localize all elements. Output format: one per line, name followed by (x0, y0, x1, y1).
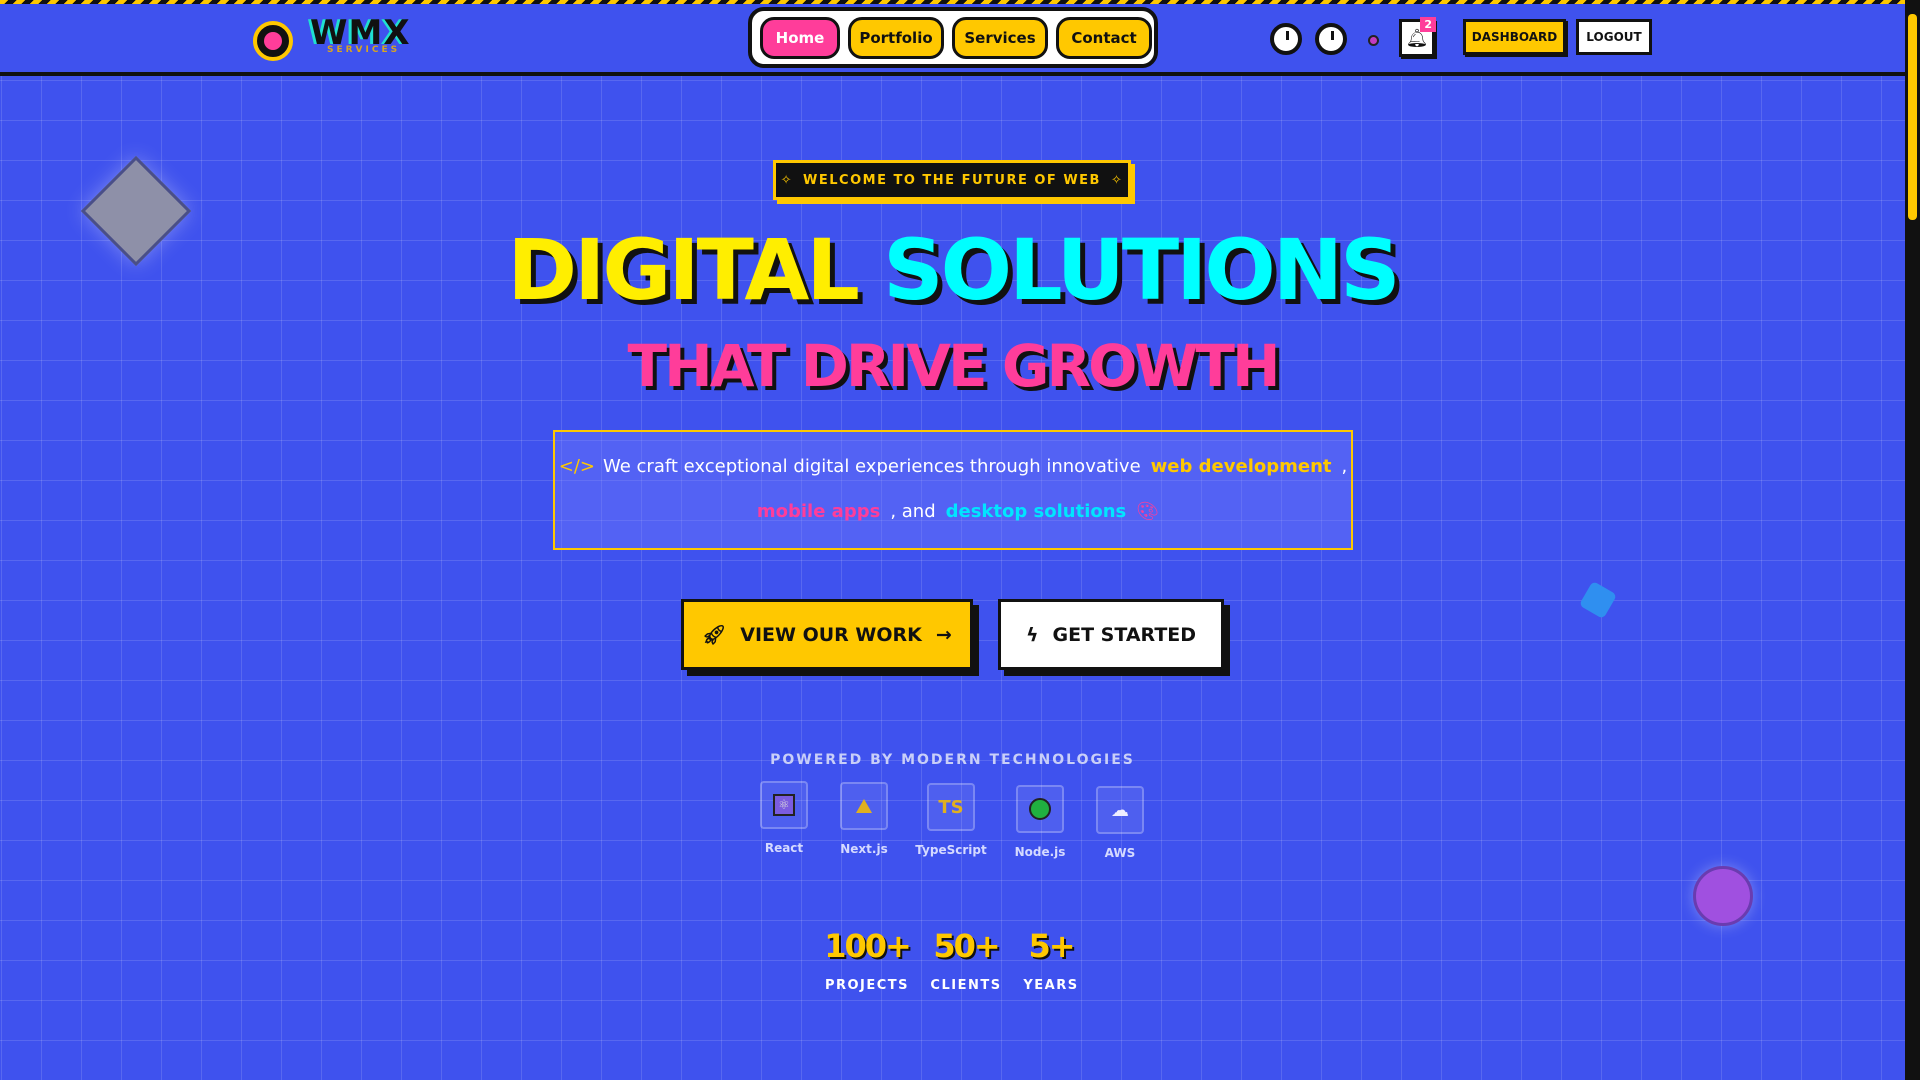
tech-typescript: TS TypeScript (911, 783, 991, 857)
highlight-mobile-apps: mobile apps (756, 501, 881, 522)
react-icon: ⚛ (773, 794, 795, 816)
view-our-work-label: VIEW OUR WORK (740, 623, 922, 646)
nav-services[interactable]: Services (952, 16, 1048, 59)
nav-contact[interactable]: Contact (1056, 16, 1152, 59)
status-dot-icon (1368, 35, 1379, 46)
nav-home[interactable]: Home (760, 16, 840, 59)
lightning-icon: ϟ (1025, 623, 1039, 646)
sparkle-icon: ✧ (780, 172, 794, 188)
highlight-desktop-solutions: desktop solutions (945, 501, 1127, 522)
logout-button[interactable]: LOGOUT (1576, 19, 1652, 55)
nav-portfolio[interactable]: Portfolio (848, 16, 944, 59)
code-icon: </> (558, 456, 595, 477)
dashboard-button[interactable]: DASHBOARD (1463, 19, 1566, 55)
triangle-icon (856, 799, 872, 813)
stat-label: YEARS (1023, 978, 1079, 993)
stat-label: PROJECTS (824, 978, 910, 993)
get-started-button[interactable]: ϟ GET STARTED (998, 599, 1224, 670)
stat-projects: 100+ PROJECTS (812, 930, 922, 993)
nav-links: Home Portfolio Services Contact (748, 7, 1158, 68)
top-navbar: WMX SERVICES Home Portfolio Services Con… (0, 4, 1905, 76)
decorative-purple-circle (1693, 866, 1753, 926)
tech-aws: ☁ AWS (1080, 786, 1160, 860)
scrollbar[interactable] (1905, 0, 1920, 1080)
highlight-web-development: web development (1150, 456, 1332, 477)
get-started-label: GET STARTED (1052, 623, 1197, 646)
sparkle-icon: ✧ (1110, 172, 1124, 188)
cloud-icon: ☁ (1111, 799, 1129, 821)
welcome-text: WELCOME TO THE FUTURE OF WEB (803, 172, 1101, 188)
stat-years: 5+ YEARS (996, 930, 1106, 993)
tech-heading: POWERED BY MODERN TECHNOLOGIES (770, 752, 1135, 768)
hero-title-word-2: SOLUTIONS (883, 221, 1400, 319)
hero-subtitle: THAT DRIVE GROWTH (627, 332, 1281, 400)
clock-icon[interactable] (1315, 23, 1347, 55)
welcome-badge: ✧ WELCOME TO THE FUTURE OF WEB ✧ (773, 160, 1131, 200)
tech-label: Node.js (1014, 845, 1066, 859)
tech-label: Next.js (840, 842, 888, 856)
clock-icon[interactable] (1270, 23, 1302, 55)
tech-react: ⚛ React (744, 781, 824, 855)
arrow-right-icon: → (935, 623, 952, 646)
stat-value: 5+ (1028, 927, 1075, 965)
logo-subtitle: SERVICES (327, 45, 401, 55)
palette-icon: 🎨︎ (1136, 501, 1160, 522)
rocket-icon: 🚀︎ (702, 624, 727, 646)
ts-icon: TS (938, 796, 964, 818)
tech-label: AWS (1104, 846, 1136, 860)
hero-title: DIGITAL SOLUTIONS (0, 228, 1905, 312)
stat-value: 100+ (824, 927, 912, 965)
desc-text: We craft exceptional digital experiences… (603, 456, 1141, 477)
green-circle-icon (1029, 798, 1051, 820)
scrollbar-thumb[interactable] (1908, 14, 1917, 220)
notification-count: 2 (1420, 17, 1436, 32)
desc-comma: , (1341, 456, 1348, 477)
tech-nodejs: Node.js (1000, 785, 1080, 859)
hero-title-word-1: DIGITAL (507, 221, 859, 319)
view-our-work-button[interactable]: 🚀︎ VIEW OUR WORK → (681, 599, 973, 670)
hero-description: </> We craft exceptional digital experien… (553, 430, 1353, 550)
tech-label: React (764, 841, 804, 855)
desc-and: , and (890, 501, 936, 522)
logo-icon[interactable] (253, 21, 293, 61)
tech-label: TypeScript (915, 843, 987, 857)
tech-nextjs: Next.js (824, 782, 904, 856)
notifications-button[interactable]: 🔔︎ 2 (1399, 17, 1436, 57)
